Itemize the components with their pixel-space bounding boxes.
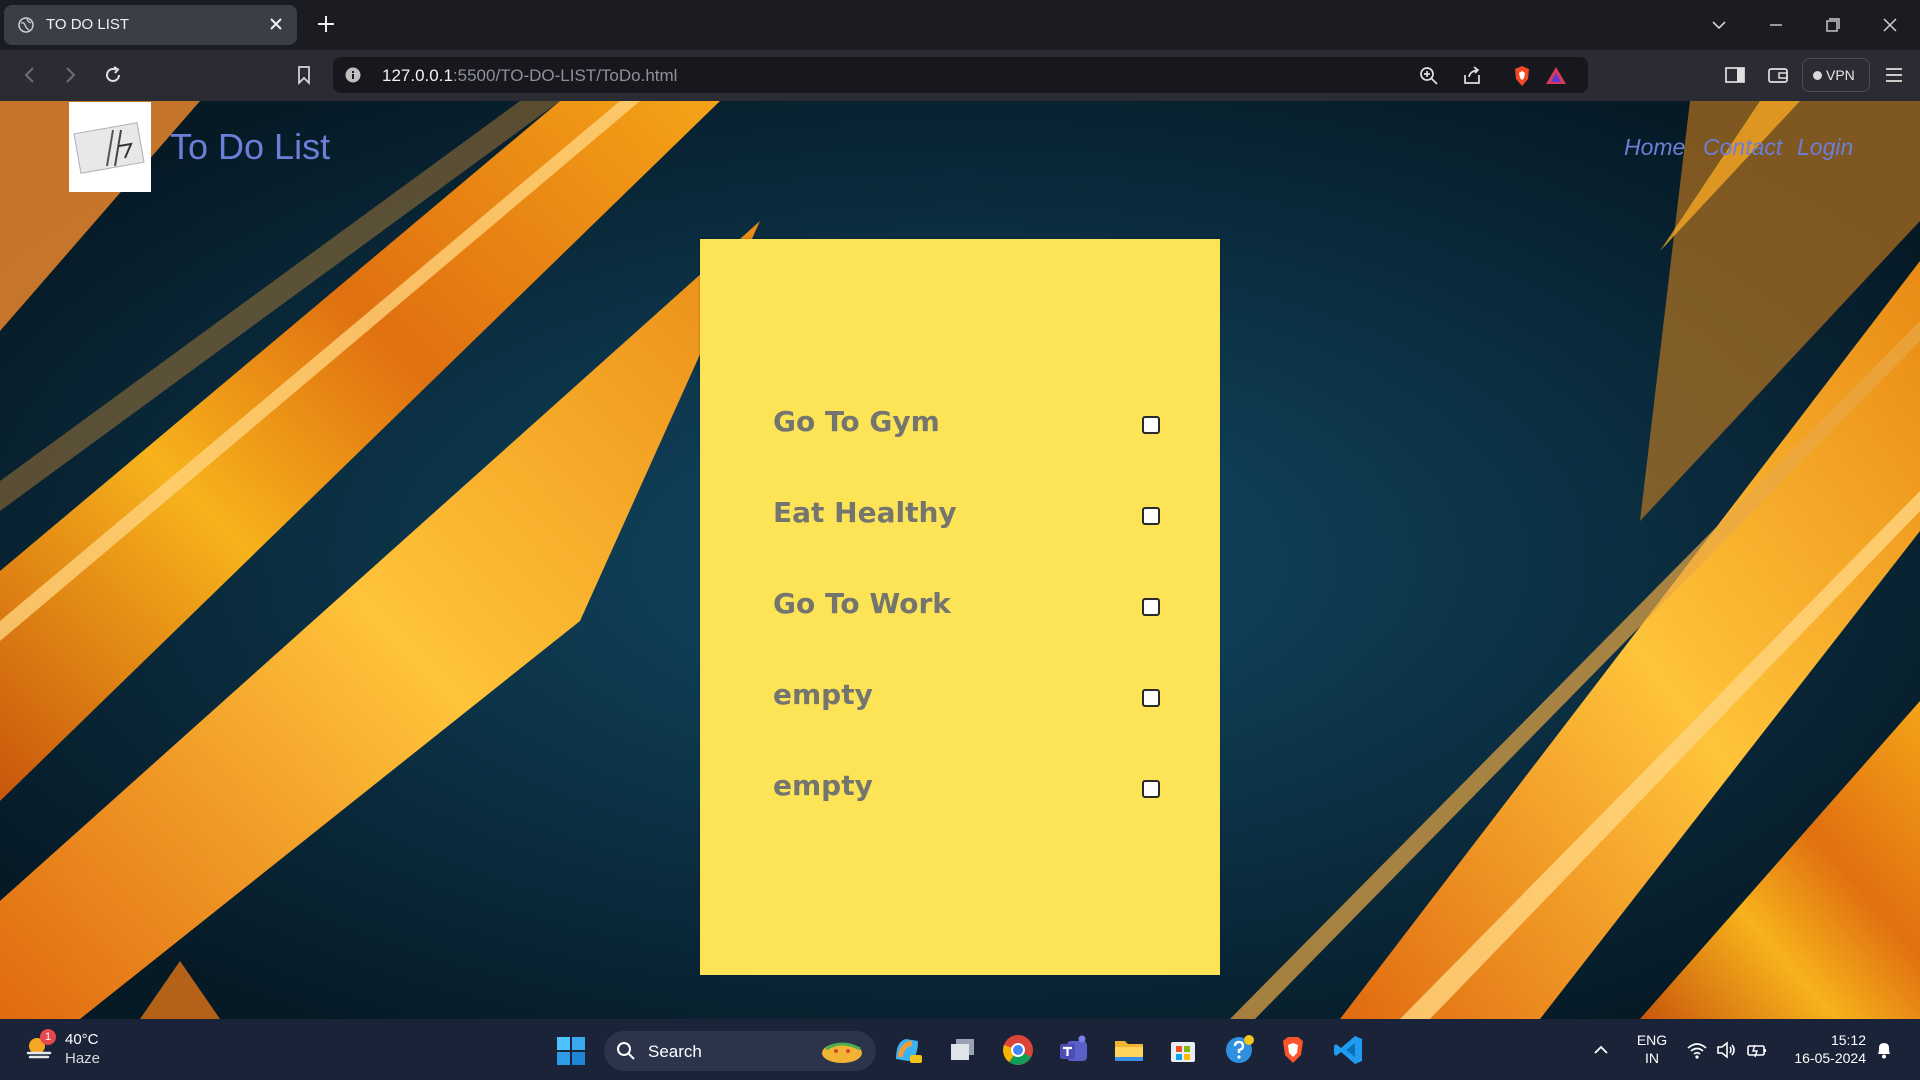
todo-label: empty (773, 678, 873, 711)
site-logo[interactable] (69, 102, 151, 192)
address-url: 127.0.0.1:5500/TO-DO-LIST/ToDo.html (382, 66, 678, 85)
wallet-icon[interactable] (1766, 63, 1790, 87)
windows-taskbar: 1 40°C Haze Search ENG IN 15:12 16-05-20… (0, 1019, 1920, 1080)
todo-checkbox[interactable] (1142, 416, 1160, 434)
vpn-button[interactable]: VPN (1802, 58, 1870, 92)
todo-note-card: Go To Gym Eat Healthy Go To Work empty e… (700, 239, 1220, 975)
weather-temperature: 40°C (65, 1031, 99, 1048)
chrome-icon[interactable] (1001, 1033, 1035, 1067)
nav-home-link[interactable]: Home (1624, 134, 1685, 161)
windows-start-icon[interactable] (556, 1036, 586, 1066)
back-icon[interactable] (17, 62, 43, 88)
language-indicator[interactable]: ENG IN (1636, 1031, 1668, 1067)
site-title[interactable]: To Do List (170, 126, 330, 168)
tab-title: TO DO LIST (46, 16, 130, 33)
clock-time: 15:12 (1830, 1032, 1866, 1048)
show-hidden-icons-chevron-icon[interactable] (1592, 1041, 1610, 1059)
brave-shields-icon[interactable] (1511, 65, 1533, 87)
tab-search-chevron-icon[interactable] (1706, 12, 1732, 38)
site-info-icon[interactable] (345, 67, 361, 83)
volume-icon[interactable] (1715, 1039, 1737, 1061)
wifi-icon[interactable] (1686, 1039, 1708, 1061)
globe-icon (18, 17, 34, 33)
browser-toolbar: 127.0.0.1:5500/TO-DO-LIST/ToDo.html VPN (0, 50, 1920, 101)
browser-tabstrip: TO DO LIST (0, 0, 1920, 50)
task-view-icon[interactable] (946, 1033, 980, 1067)
restore-icon[interactable] (1820, 12, 1846, 38)
battery-icon[interactable] (1746, 1039, 1768, 1061)
todo-item: empty (773, 769, 1173, 809)
nav-contact-link[interactable]: Contact (1703, 134, 1782, 161)
close-window-icon[interactable] (1877, 12, 1903, 38)
brave-icon[interactable] (1276, 1033, 1310, 1067)
store-icon[interactable] (1166, 1033, 1200, 1067)
notification-bell-icon[interactable] (1874, 1040, 1894, 1060)
new-tab-icon[interactable] (314, 12, 338, 36)
minimize-icon[interactable] (1763, 12, 1789, 38)
bookmark-icon[interactable] (291, 62, 317, 88)
todo-checkbox[interactable] (1142, 780, 1160, 798)
search-highlight-icon (822, 1042, 862, 1063)
vpn-status-icon (1813, 71, 1822, 80)
browser-tab[interactable]: TO DO LIST (4, 5, 297, 45)
address-bar[interactable]: 127.0.0.1:5500/TO-DO-LIST/ToDo.html (333, 57, 1588, 93)
todo-label: empty (773, 769, 873, 802)
clock-date: 16-05-2024 (1794, 1050, 1866, 1066)
todo-item: Go To Work (773, 587, 1173, 627)
close-tab-icon[interactable] (265, 13, 287, 35)
vscode-icon[interactable] (1331, 1033, 1365, 1067)
zoom-icon[interactable] (1418, 65, 1440, 87)
todo-item: empty (773, 678, 1173, 718)
weather-condition: Haze (65, 1050, 101, 1067)
help-icon[interactable] (1222, 1033, 1256, 1067)
share-icon[interactable] (1461, 65, 1483, 87)
todo-checkbox[interactable] (1142, 507, 1160, 525)
page-content: To Do List Home Contact Login Go To Gym … (0, 101, 1920, 1019)
todo-label: Go To Work (773, 587, 951, 620)
file-explorer-icon[interactable] (1112, 1033, 1146, 1067)
menu-icon[interactable] (1882, 63, 1906, 87)
todo-checkbox[interactable] (1142, 598, 1160, 616)
search-icon (617, 1042, 635, 1060)
teams-icon[interactable] (1057, 1033, 1091, 1067)
system-clock[interactable]: 15:12 16-05-2024 (1786, 1031, 1866, 1067)
forward-icon[interactable] (57, 62, 83, 88)
todo-checkbox[interactable] (1142, 689, 1160, 707)
todo-label: Eat Healthy (773, 496, 957, 529)
brave-rewards-icon[interactable] (1545, 65, 1567, 87)
nav-login-link[interactable]: Login (1797, 134, 1853, 161)
todo-label: Go To Gym (773, 405, 940, 438)
search-label: Search (648, 1042, 702, 1061)
notepad-icon (73, 122, 145, 174)
vpn-label: VPN (1826, 67, 1855, 83)
taskbar-search[interactable]: Search (604, 1031, 876, 1071)
todo-item: Go To Gym (773, 405, 1173, 445)
todo-item: Eat Healthy (773, 496, 1173, 536)
notification-badge: 1 (40, 1029, 56, 1045)
reload-icon[interactable] (100, 62, 126, 88)
copilot-icon[interactable] (890, 1033, 924, 1067)
sidebar-icon[interactable] (1723, 63, 1747, 87)
